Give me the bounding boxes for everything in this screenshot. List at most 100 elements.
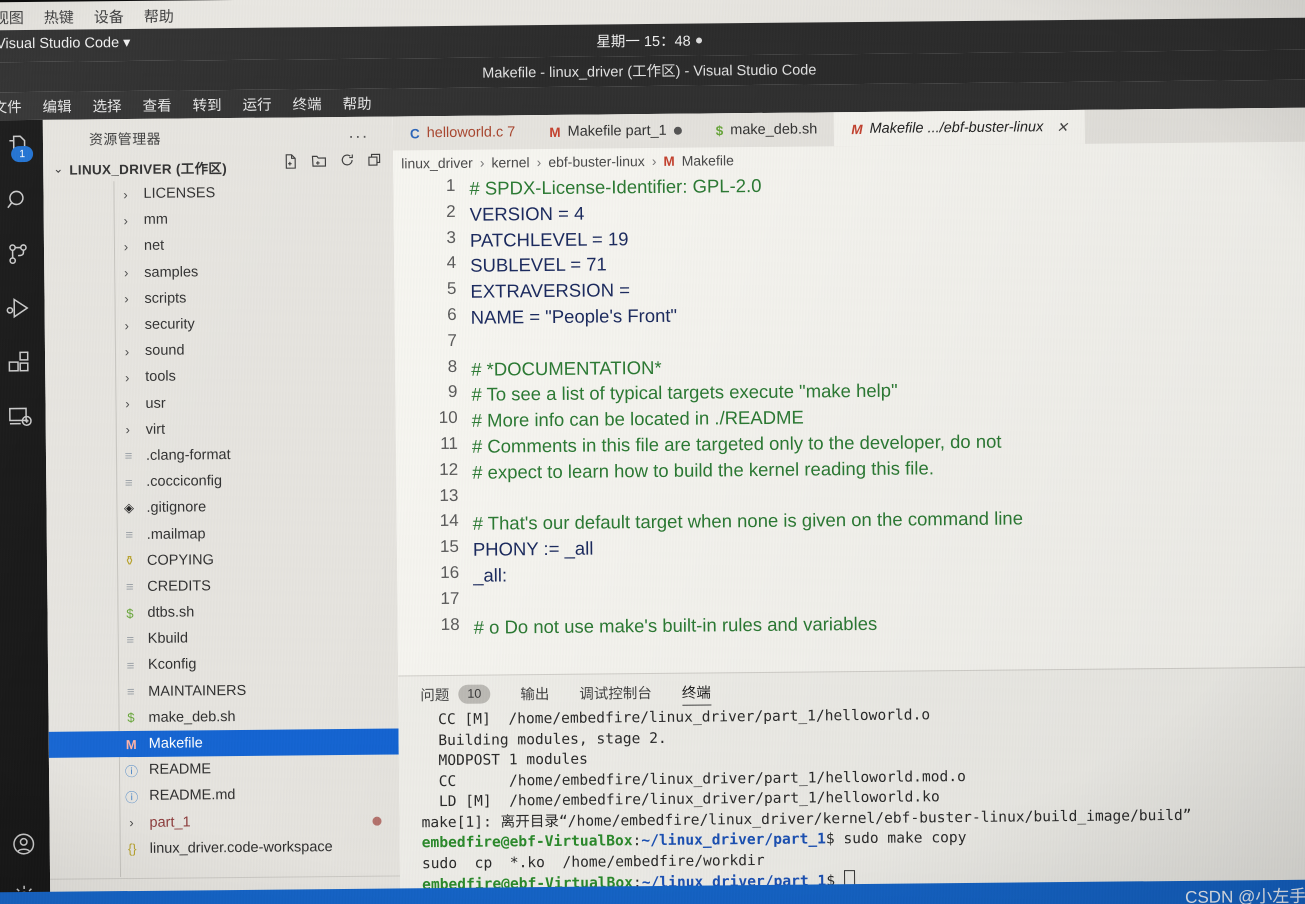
tab-file-type-icon: $ bbox=[715, 122, 724, 138]
tree-item-mm[interactable]: › mm bbox=[44, 205, 394, 235]
new-file-icon[interactable] bbox=[283, 153, 299, 174]
tree-item-tools[interactable]: › tools bbox=[45, 362, 395, 392]
code-line-text: # SPDX-License-Identifier: GPL-2.0 bbox=[469, 174, 762, 199]
tree-item-Makefile[interactable]: M Makefile bbox=[48, 728, 399, 758]
vm-menu-item-device[interactable]: 设备 bbox=[94, 6, 124, 27]
tree-item-COPYING[interactable]: ⚱ COPYING bbox=[47, 545, 397, 575]
tree-item-README.md[interactable]: ⓘ README.md bbox=[49, 781, 399, 811]
file-tree[interactable]: › LICENSES › mm › net › samples › scripts › securit… bbox=[43, 178, 400, 878]
menu-select[interactable]: 选择 bbox=[93, 95, 122, 116]
panel-tab-label: 问题 bbox=[420, 687, 450, 704]
tree-item-label: samples bbox=[144, 264, 199, 281]
tree-item-README[interactable]: ⓘ README bbox=[49, 755, 399, 785]
run-debug-icon[interactable] bbox=[0, 290, 36, 326]
menu-help[interactable]: 帮助 bbox=[343, 92, 372, 113]
tree-item-virt[interactable]: › virt bbox=[46, 414, 396, 444]
menu-run[interactable]: 运行 bbox=[243, 93, 272, 114]
tree-item-usr[interactable]: › usr bbox=[45, 388, 395, 418]
file-type-icon: ≡ bbox=[126, 631, 135, 647]
tree-item-scripts[interactable]: › scripts bbox=[44, 283, 394, 313]
tree-item-CREDITS[interactable]: ≡ CREDITS bbox=[47, 571, 397, 601]
terminal-text: CC [M] /home/embedfire/linux_driver/part… bbox=[420, 706, 931, 729]
breadcrumb-separator-icon: › bbox=[651, 152, 657, 169]
tree-item-net[interactable]: › net bbox=[44, 231, 394, 261]
panel-tab-终端[interactable]: 终端 bbox=[682, 673, 711, 709]
file-type-icon: M bbox=[125, 736, 137, 752]
notification-dot-icon bbox=[695, 37, 702, 44]
tree-item-MAINTAINERS[interactable]: ≡ MAINTAINERS bbox=[48, 676, 398, 706]
bottom-panel: 问题 10 输出 调试控制台 终端 CC [M] /home/embedfire/lin… bbox=[398, 666, 1305, 904]
editor-tab-make_deb.sh[interactable]: $ make_deb.sh bbox=[699, 112, 835, 147]
code-line-text: NAME = "People's Front" bbox=[470, 304, 678, 328]
explorer-more-actions-button[interactable]: ... bbox=[349, 123, 369, 143]
chevron-right-icon: › bbox=[124, 343, 130, 359]
editor-tab-Makefile[interactable]: M Makefile .../ebf-buster-linux ✕ bbox=[834, 109, 1086, 147]
source-control-icon[interactable] bbox=[0, 236, 36, 272]
tree-item-Kbuild[interactable]: ≡ Kbuild bbox=[48, 624, 398, 654]
vm-menu-item-view[interactable]: 视图 bbox=[0, 7, 24, 28]
tree-item-label: sound bbox=[144, 342, 185, 360]
code-line-text: # o Do not use make's built-in rules and… bbox=[473, 612, 878, 638]
tree-item-sound[interactable]: › sound bbox=[45, 336, 395, 366]
tab-label: Makefile part_1 bbox=[567, 122, 667, 140]
tree-item-LICENSES[interactable]: › LICENSES bbox=[43, 178, 393, 208]
account-icon[interactable] bbox=[6, 826, 42, 862]
vm-menu-item-help[interactable]: 帮助 bbox=[144, 5, 174, 26]
chevron-right-icon: › bbox=[124, 291, 129, 307]
line-number: 7 bbox=[447, 330, 457, 350]
tree-item-.mailmap[interactable]: ≡ .mailmap bbox=[47, 519, 397, 549]
editor-tab-Makefile[interactable]: M Makefile part_1 bbox=[532, 114, 699, 150]
menu-goto[interactable]: 转到 bbox=[193, 94, 222, 115]
line-number: 17 bbox=[440, 588, 460, 608]
explorer-icon[interactable]: 1 bbox=[0, 128, 35, 164]
tree-item-label: tools bbox=[145, 368, 176, 386]
editor-group: Chelloworld.c 7 M Makefile part_1 $ make_deb… bbox=[392, 107, 1305, 904]
menu-terminal[interactable]: 终端 bbox=[293, 93, 322, 114]
vm-menu[interactable]: 视图 热键 设备 帮助 bbox=[0, 5, 174, 28]
menu-file[interactable]: 文件 bbox=[0, 96, 22, 117]
file-type-icon: $ bbox=[127, 710, 135, 726]
breadcrumb-segment[interactable]: linux_driver bbox=[401, 155, 473, 172]
tree-item-.gitignore[interactable]: ◈ .gitignore bbox=[46, 493, 396, 523]
tree-item-security[interactable]: › security bbox=[45, 309, 395, 339]
tree-item-Kconfig[interactable]: ≡ Kconfig bbox=[48, 650, 398, 680]
panel-tab-输出[interactable]: 输出 bbox=[520, 675, 549, 711]
tree-item-label: virt bbox=[145, 421, 166, 438]
terminal-output[interactable]: CC [M] /home/embedfire/linux_driver/part… bbox=[398, 702, 1305, 904]
new-folder-icon[interactable] bbox=[311, 153, 327, 174]
breadcrumb-segment[interactable]: kernel bbox=[491, 154, 529, 170]
search-icon[interactable] bbox=[0, 182, 36, 218]
tree-item-dtbs.sh[interactable]: $ dtbs.sh bbox=[47, 597, 397, 627]
tree-item-part_1[interactable]: › part_1 bbox=[49, 807, 399, 837]
editor-tab-helloworld.c[interactable]: Chelloworld.c 7 bbox=[393, 115, 533, 150]
breadcrumb-segment[interactable]: Makefile bbox=[682, 152, 734, 168]
vm-menu-item-hotkey[interactable]: 热键 bbox=[44, 6, 74, 27]
file-tree-rows[interactable]: › LICENSES › mm › net › samples › scripts › securit… bbox=[43, 178, 400, 862]
line-number: 6 bbox=[447, 304, 457, 324]
breadcrumb-file-icon: M bbox=[663, 153, 675, 169]
code-line-text: EXTRAVERSION = bbox=[470, 279, 631, 302]
chevron-right-icon: › bbox=[123, 212, 128, 228]
menu-view[interactable]: 查看 bbox=[143, 94, 172, 115]
panel-tab-调试控制台[interactable]: 调试控制台 bbox=[579, 674, 652, 711]
terminal-text: ~/linux_driver/part_1 bbox=[641, 830, 826, 850]
line-number: 4 bbox=[446, 253, 457, 273]
tree-item-label: net bbox=[143, 238, 165, 255]
refresh-icon[interactable] bbox=[339, 153, 355, 174]
tree-item-linux_driver.code-workspace[interactable]: {} linux_driver.code-workspace bbox=[50, 833, 400, 863]
tree-item-.cocciconfig[interactable]: ≡ .cocciconfig bbox=[46, 467, 396, 497]
collapse-all-icon[interactable] bbox=[367, 153, 383, 174]
panel-tab-问题[interactable]: 问题 10 bbox=[420, 676, 491, 713]
remote-explorer-icon[interactable] bbox=[1, 398, 37, 434]
tree-item-samples[interactable]: › samples bbox=[44, 257, 394, 287]
menu-edit[interactable]: 编辑 bbox=[43, 95, 72, 116]
tab-label: helloworld.c 7 bbox=[426, 124, 516, 142]
tab-close-icon[interactable]: ✕ bbox=[1056, 119, 1068, 136]
code-line-text: PATCHLEVEL = 19 bbox=[469, 227, 629, 251]
tree-item-.clang-format[interactable]: ≡ .clang-format bbox=[46, 440, 396, 470]
breadcrumb-segment[interactable]: ebf-buster-linux bbox=[548, 153, 645, 170]
extensions-icon[interactable] bbox=[1, 344, 37, 380]
explorer-badge: 1 bbox=[11, 145, 34, 163]
file-type-icon: ⚱ bbox=[123, 552, 136, 568]
tree-item-make_deb.sh[interactable]: $ make_deb.sh bbox=[48, 702, 398, 732]
